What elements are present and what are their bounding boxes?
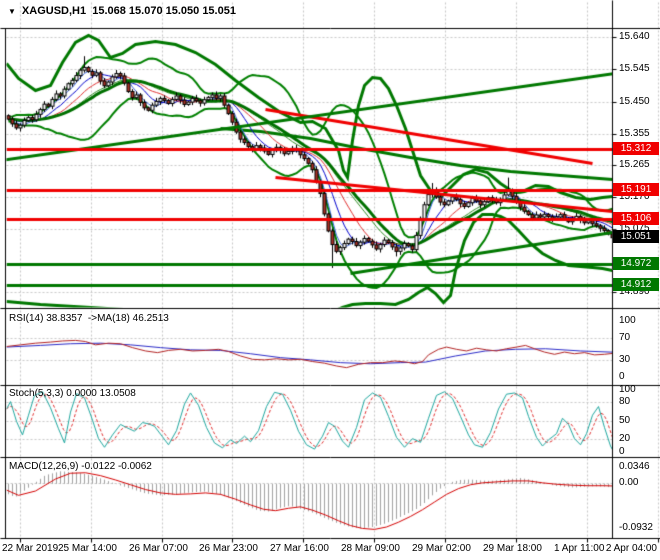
chevron-down-icon[interactable]: ▼ [8, 6, 16, 17]
chart-canvas[interactable] [0, 0, 660, 560]
rsi-label: RSI(14) 38.8357 ->MA(18) 46.2513 [9, 313, 169, 324]
macd-label: MACD(12,26,9) -0.0122 -0.0062 [9, 461, 152, 472]
price-axis[interactable] [613, 0, 660, 538]
symbol-ohlc-label: XAGUSD,H1 15.068 15.070 15.050 15.051 [21, 5, 236, 17]
time-axis[interactable] [0, 539, 660, 560]
symbol-title: ▼ XAGUSD,H1 15.068 15.070 15.050 15.051 [8, 5, 236, 17]
trading-terminal-window: ▼ XAGUSD,H1 15.068 15.070 15.050 15.051 … [0, 0, 660, 560]
stoch-label: Stoch(5,3,3) 0.0000 13.0508 [9, 388, 136, 399]
